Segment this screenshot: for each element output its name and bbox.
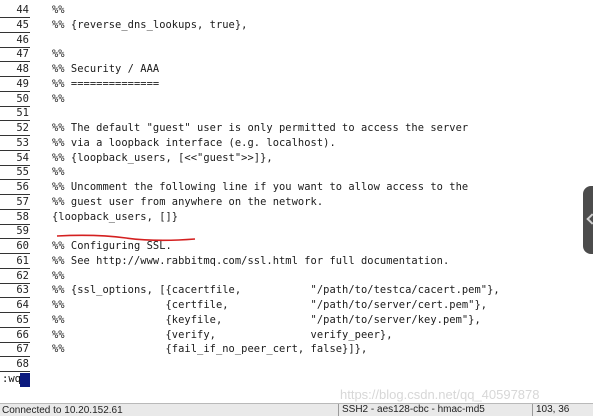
line-number: 61 (0, 254, 30, 269)
editor-line: 48 %% Security / AAA (0, 62, 590, 77)
editor-line: 53 %% via a loopback interface (e.g. loca… (0, 136, 590, 151)
editor-line: 47%% (0, 47, 590, 63)
terminal-editor[interactable]: 44%% 45%% {reverse_dns_lookups, true}, 46 4… (0, 0, 593, 386)
editor-line: 63 %% {ssl_options, [{cacertfile, "/path/… (0, 283, 590, 299)
line-text: %% guest user from anywhere on the netwo… (52, 195, 324, 208)
line-text: %% The default "guest" user is only perm… (52, 122, 469, 134)
editor-line: 58 {loopback_users, []} (0, 210, 590, 225)
editor-line: 57 %% guest user from anywhere on the net… (0, 195, 590, 210)
line-text: %% {loopback_users, [<<"guest">>]}, (52, 151, 273, 164)
line-number: 44 (0, 3, 30, 18)
line-text: %% (52, 4, 65, 16)
line-text: %% (52, 269, 65, 282)
line-number: 54 (0, 151, 30, 166)
editor-line: 44%% (0, 3, 590, 18)
connection-status: Connected to 10.20.152.61 (2, 405, 123, 416)
editor-line: 50%% (0, 92, 590, 107)
line-number: 62 (0, 269, 30, 284)
editor-line: 51 (0, 106, 590, 122)
line-number: 59 (0, 224, 30, 240)
line-number: 49 (0, 77, 30, 92)
editor-line: 52 %% The default "guest" user is only pe… (0, 121, 590, 136)
line-text: %% (52, 166, 65, 179)
line-number: 45 (0, 18, 30, 33)
line-number: 52 (0, 121, 30, 136)
line-text: %% ============== (52, 77, 160, 90)
editor-line: 54 %% {loopback_users, [<<"guest">>]}, (0, 151, 590, 166)
side-panel-toggle-button[interactable] (583, 186, 593, 254)
line-text: %% {certfile, "/path/to/server/cert.pem"… (52, 299, 488, 311)
editor-line: 64 %% {certfile, "/path/to/server/cert.pe… (0, 298, 590, 313)
editor-line: 45 %% {reverse_dns_lookups, true}, (0, 18, 590, 33)
editor-line: 61 %% See http://www.rabbitmq.com/ssl.htm… (0, 254, 590, 269)
line-number: 58 (0, 210, 30, 225)
line-text: %% Uncomment the following line if you w… (52, 181, 469, 193)
editor-line: 55%% (0, 165, 590, 181)
editor-line: 56 %% Uncomment the following line if you… (0, 180, 590, 195)
line-text: %% Security / AAA (52, 63, 160, 75)
editor-line: 66 %% {verify, verify_peer}, (0, 328, 590, 343)
line-text: %% See http://www.rabbitmq.com/ssl.html … (52, 254, 450, 267)
line-number: 53 (0, 136, 30, 151)
watermark: https://blog.csdn.net/qq_40597878 (340, 387, 540, 402)
line-number: 48 (0, 62, 30, 77)
line-text: %% via a loopback interface (e.g. localh… (52, 136, 336, 149)
line-number: 68 (0, 357, 30, 372)
line-number: 60 (0, 239, 30, 254)
text-cursor (20, 373, 30, 387)
editor-line: 46 (0, 33, 590, 48)
line-number: 66 (0, 328, 30, 343)
line-text: %% {ssl_options, [{cacertfile, "/path/to… (52, 284, 500, 297)
line-text: %% (52, 92, 65, 105)
cursor-position: 103, 36 (532, 404, 593, 416)
line-text: %% {reverse_dns_lookups, true}, (52, 18, 248, 31)
line-text: {loopback_users, []} (52, 210, 179, 223)
line-number: 50 (0, 92, 30, 107)
line-number: 46 (0, 33, 30, 48)
line-text: %% {fail_if_no_peer_cert, false}]}, (52, 343, 368, 356)
line-text: %% {verify, verify_peer}, (52, 328, 393, 341)
red-underline-annotation (56, 234, 196, 242)
line-number: 56 (0, 180, 30, 195)
line-text: %% {keyfile, "/path/to/server/key.pem"}, (52, 313, 481, 326)
line-number: 67 (0, 342, 30, 358)
line-number: 57 (0, 195, 30, 210)
command-line[interactable]: :wq (0, 371, 593, 387)
line-number: 55 (0, 165, 30, 181)
line-number: 47 (0, 47, 30, 63)
line-number: 65 (0, 313, 30, 328)
editor-line: 68 (0, 357, 590, 372)
line-number: 64 (0, 298, 30, 313)
editor-line: 62%% (0, 269, 590, 284)
line-text: %% (52, 48, 65, 61)
line-number: 51 (0, 106, 30, 122)
status-bar: Connected to 10.20.152.61 SSH2 - aes128-… (0, 403, 593, 416)
editor-line: 49 %% ============== (0, 77, 590, 92)
line-number: 63 (0, 283, 30, 299)
command-text: :wq (2, 373, 21, 385)
editor-line: 67 %% {fail_if_no_peer_cert, false}]}, (0, 342, 590, 358)
protocol-status: SSH2 - aes128-cbc - hmac-md5 (338, 404, 502, 416)
editor-line: 65 %% {keyfile, "/path/to/server/key.pem"… (0, 313, 590, 328)
